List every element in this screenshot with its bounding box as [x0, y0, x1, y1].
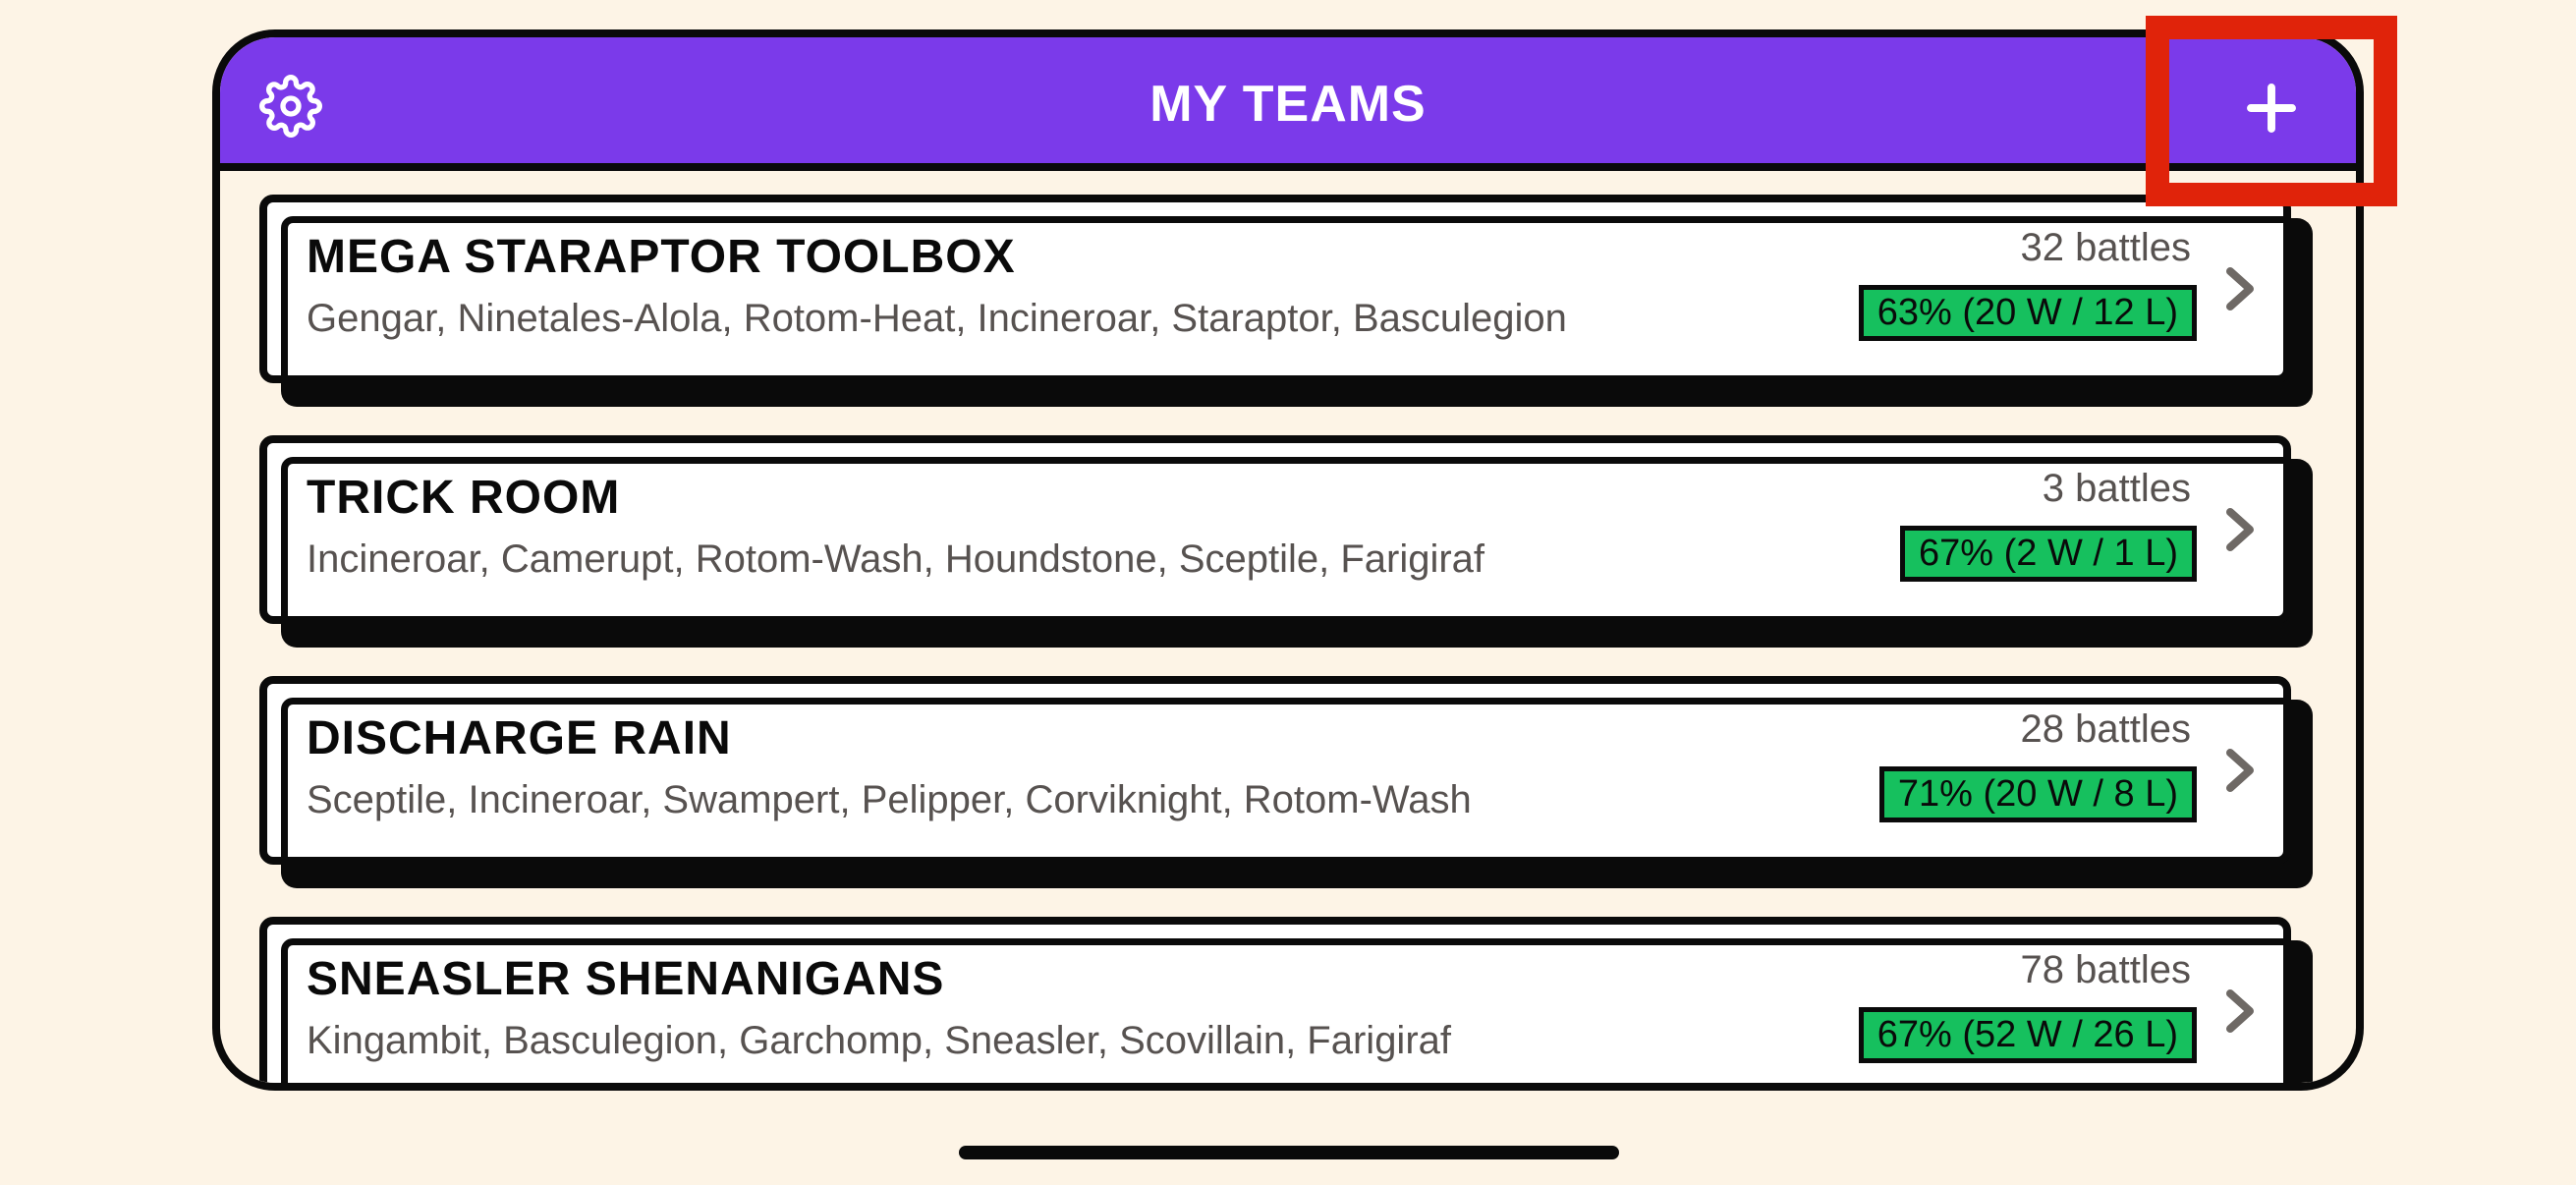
team-card[interactable]: TRICK ROOM Incineroar, Camerupt, Rotom-W… — [259, 435, 2317, 648]
team-members: Kingambit, Basculegion, Garchomp, Sneasl… — [307, 1019, 1451, 1062]
team-members: Incineroar, Camerupt, Rotom-Wash, Hounds… — [307, 537, 1485, 581]
teams-screen: MY TEAMS MEGA STARAPTOR TOOLBOX Gengar, … — [212, 29, 2364, 1091]
header-bar: MY TEAMS — [220, 37, 2356, 171]
chevron-right-icon[interactable] — [2220, 259, 2260, 318]
win-rate-badge: 71% (20 W / 8 L) — [1878, 766, 2197, 822]
team-name: SNEASLER SHENANIGANS — [307, 953, 945, 1005]
team-members: Sceptile, Incineroar, Swampert, Pelipper… — [307, 778, 1472, 821]
plus-icon — [2247, 84, 2296, 133]
page-title: MY TEAMS — [1149, 76, 1427, 133]
win-rate-badge: 67% (52 W / 26 L) — [1858, 1007, 2197, 1063]
chevron-right-icon[interactable] — [2220, 500, 2260, 559]
team-card[interactable]: MEGA STARAPTOR TOOLBOX Gengar, Ninetales… — [259, 195, 2317, 407]
team-name: DISCHARGE RAIN — [307, 712, 732, 764]
team-name: MEGA STARAPTOR TOOLBOX — [307, 231, 1016, 283]
battle-count: 3 battles — [2042, 467, 2191, 510]
battle-count: 78 battles — [2020, 948, 2191, 991]
team-card[interactable]: SNEASLER SHENANIGANS Kingambit, Basculeg… — [259, 917, 2317, 1083]
add-team-button[interactable] — [2236, 73, 2307, 143]
team-card[interactable]: DISCHARGE RAIN Sceptile, Incineroar, Swa… — [259, 676, 2317, 888]
win-rate-badge: 63% (20 W / 12 L) — [1858, 285, 2197, 341]
battle-count: 32 battles — [2020, 226, 2191, 269]
chevron-right-icon[interactable] — [2220, 741, 2260, 800]
battle-count: 28 battles — [2020, 707, 2191, 751]
team-members: Gengar, Ninetales-Alola, Rotom-Heat, Inc… — [307, 297, 1567, 340]
chevron-right-icon[interactable] — [2220, 982, 2260, 1041]
home-indicator[interactable] — [959, 1146, 1619, 1159]
win-rate-badge: 67% (2 W / 1 L) — [1900, 526, 2197, 582]
team-name: TRICK ROOM — [307, 472, 621, 524]
